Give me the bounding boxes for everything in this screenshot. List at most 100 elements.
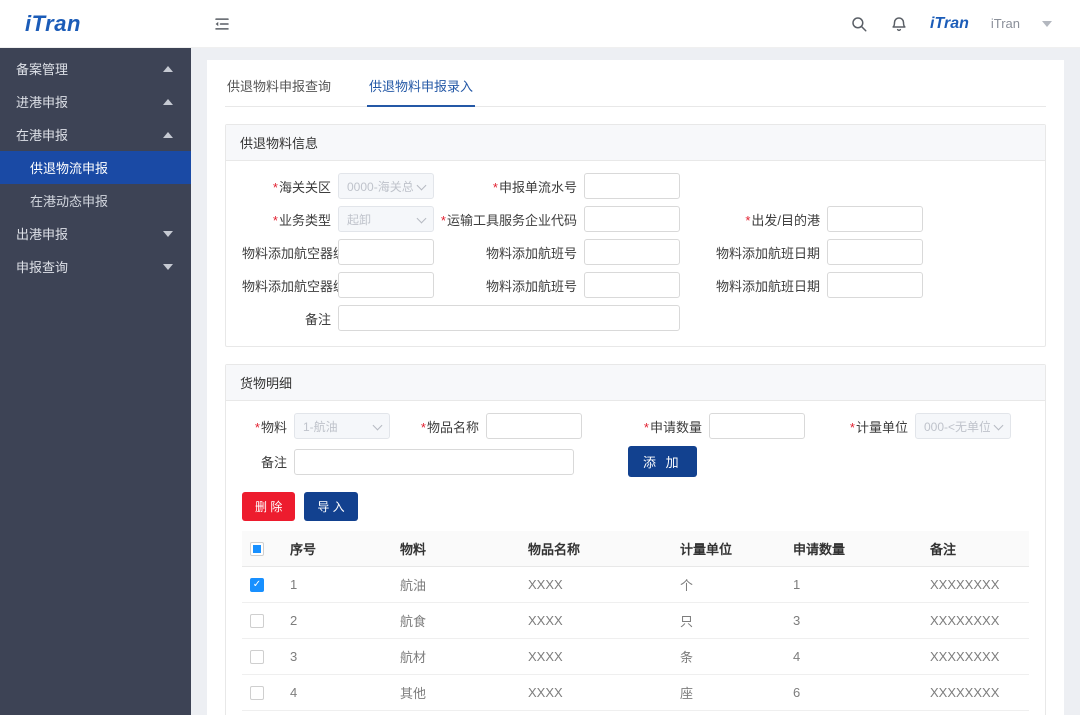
- cell-seq: 1: [282, 566, 392, 603]
- add-button[interactable]: 添 加: [628, 446, 697, 477]
- user-menu[interactable]: iTran: [991, 16, 1020, 31]
- sidebar-item-inport-declaration[interactable]: 在港申报: [0, 118, 191, 151]
- measure-unit-select[interactable]: 000-<无单位: [915, 413, 1011, 439]
- section-title: 货物明细: [226, 365, 1045, 401]
- cell-unit: 个: [672, 566, 785, 603]
- cell-material: 航油: [392, 566, 520, 603]
- cell-item-name: XXXX: [520, 638, 672, 675]
- chevron-down-icon: [163, 230, 173, 237]
- table-row: 1 航油 XXXX 个 1 XXXXXXXX: [242, 566, 1029, 603]
- declaration-serial-label: *申报单流水号: [492, 179, 577, 195]
- cell-material: 航材: [392, 638, 520, 675]
- item-name-input[interactable]: [486, 413, 582, 439]
- business-type-select[interactable]: 起卸: [338, 206, 434, 232]
- chevron-down-icon: [163, 263, 173, 270]
- row-checkbox[interactable]: [250, 686, 264, 701]
- column-header-seq: 序号: [282, 531, 392, 567]
- column-header-material: 物料: [392, 531, 520, 567]
- delete-rows-button[interactable]: 删 除: [242, 492, 296, 521]
- flight-number-input-2[interactable]: [584, 272, 680, 298]
- chevron-down-icon[interactable]: [1042, 20, 1052, 27]
- cell-qty: 6: [785, 674, 922, 711]
- cell-qty: 1: [785, 566, 922, 603]
- select-all-checkbox[interactable]: [250, 542, 264, 557]
- chevron-up-icon: [163, 131, 173, 138]
- transport-company-code-label: *运输工具服务企业代码: [440, 212, 577, 228]
- flight-date-label-2: 物料添加航班日期: [715, 278, 820, 294]
- business-type-value: 起卸: [347, 212, 372, 227]
- sidebar-subitem-supply-return-logistics[interactable]: 供退物流申报: [0, 151, 191, 184]
- declaration-serial-input[interactable]: [584, 173, 680, 199]
- sidebar-item-label: 申报查询: [16, 260, 69, 275]
- grid-actions: 删 除 导 入: [242, 484, 1029, 531]
- row-checkbox[interactable]: [250, 650, 264, 665]
- cell-remark: XXXXXXXX: [922, 602, 1029, 639]
- search-icon[interactable]: [850, 15, 868, 33]
- cell-seq: 2: [282, 602, 392, 639]
- tab-material-entry[interactable]: 供退物料申报录入: [367, 64, 476, 107]
- sidebar-item-record-management[interactable]: 备案管理: [0, 52, 191, 85]
- main-content: 供退物料申报查询 供退物料申报录入 供退物料信息 *海关关区 0000-海关总 …: [191, 0, 1080, 715]
- row-checkbox[interactable]: [250, 614, 264, 629]
- brand-logo: iTran: [930, 14, 969, 32]
- material-label: *物料: [254, 419, 287, 435]
- cell-seq: 3: [282, 638, 392, 675]
- column-header-item-name: 物品名称: [520, 531, 672, 567]
- column-header-unit: 计量单位: [672, 531, 785, 567]
- sidebar-subitem-label: 在港动态申报: [30, 194, 109, 209]
- flight-date-input-1[interactable]: [827, 239, 923, 265]
- required-mark: *: [420, 419, 426, 435]
- required-mark: *: [272, 179, 278, 195]
- departure-destination-port-label: *出发/目的港: [745, 212, 820, 228]
- cell-item-name: XXXX: [520, 566, 672, 603]
- sidebar-item-declaration-query[interactable]: 申报查询: [0, 250, 191, 283]
- import-button[interactable]: 导 入: [304, 492, 358, 521]
- material-info-section: 供退物料信息 *海关关区 0000-海关总 *申报单流水号 *业务类型 起卸 *…: [225, 124, 1046, 347]
- material-select[interactable]: 1-航油: [294, 413, 390, 439]
- aircraft-number-input-2[interactable]: [338, 272, 434, 298]
- customs-district-select[interactable]: 0000-海关总: [338, 173, 434, 199]
- tab-material-query[interactable]: 供退物料申报查询: [225, 64, 333, 106]
- measure-unit-label: *计量单位: [849, 419, 908, 435]
- material-value: 1-航油: [303, 419, 338, 434]
- cell-unit: 条: [672, 638, 785, 675]
- aircraft-number-input-1[interactable]: [338, 239, 434, 265]
- top-header: iTran iTran iTran: [0, 0, 1080, 48]
- cargo-table: 序号 物料 物品名称 计量单位 申请数量 备注 1 航油: [242, 531, 1029, 711]
- cell-unit: 只: [672, 602, 785, 639]
- flight-number-label-2: 物料添加航班号: [485, 278, 577, 294]
- cell-seq: 4: [282, 674, 392, 711]
- cell-unit: 座: [672, 674, 785, 711]
- sidebar-item-inbound-declaration[interactable]: 进港申报: [0, 85, 191, 118]
- bell-icon[interactable]: [890, 15, 908, 33]
- measure-unit-value: 000-<无单位: [924, 419, 990, 434]
- app-logo[interactable]: iTran: [25, 11, 81, 36]
- cell-qty: 3: [785, 602, 922, 639]
- menu-fold-icon[interactable]: [213, 15, 231, 33]
- table-row: 3 航材 XXXX 条 4 XXXXXXXX: [242, 638, 1029, 675]
- sidebar-item-label: 备案管理: [16, 62, 69, 77]
- required-mark: *: [492, 179, 498, 195]
- transport-company-code-input[interactable]: [584, 206, 680, 232]
- sidebar-nav: 备案管理 进港申报 在港申报 供退物流申报 在港动态申报 出港申报 申报查询: [0, 48, 191, 715]
- remark-label: 备注: [304, 311, 331, 327]
- apply-quantity-input[interactable]: [709, 413, 805, 439]
- column-header-qty: 申请数量: [785, 531, 922, 567]
- cell-item-name: XXXX: [520, 674, 672, 711]
- chevron-up-icon: [163, 98, 173, 105]
- aircraft-number-label-1: 物料添加航空器编号: [242, 245, 360, 261]
- row-checkbox[interactable]: [250, 578, 264, 593]
- flight-number-input-1[interactable]: [584, 239, 680, 265]
- flight-date-input-2[interactable]: [827, 272, 923, 298]
- flight-date-label-1: 物料添加航班日期: [715, 245, 820, 261]
- cargo-remark-input[interactable]: [294, 448, 574, 475]
- cell-remark: XXXXXXXX: [922, 674, 1029, 711]
- departure-destination-port-input[interactable]: [827, 206, 923, 232]
- sidebar-item-outbound-declaration[interactable]: 出港申报: [0, 217, 191, 250]
- material-info-remark-input[interactable]: [338, 305, 680, 331]
- sidebar-subitem-inport-dynamic[interactable]: 在港动态申报: [0, 184, 191, 217]
- required-mark: *: [254, 419, 260, 435]
- header-actions: iTran iTran: [850, 15, 1080, 33]
- cell-material: 航食: [392, 602, 520, 639]
- chevron-down-icon: [416, 213, 427, 224]
